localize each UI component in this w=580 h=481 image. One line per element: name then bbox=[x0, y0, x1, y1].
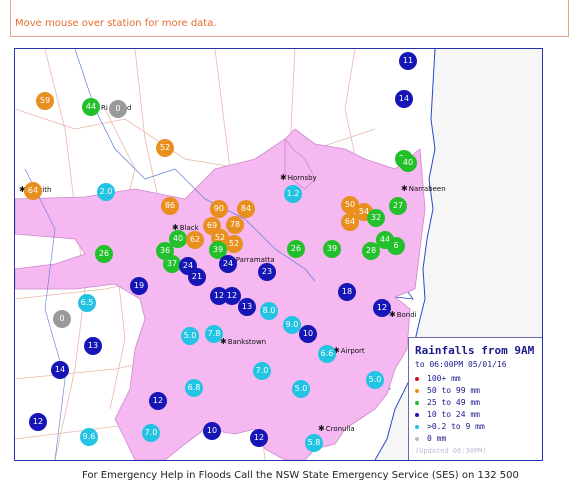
rain-station[interactable]: 84 bbox=[237, 200, 255, 218]
legend-dot bbox=[415, 388, 419, 393]
place-narrabeen: ✱Narrabeen bbox=[401, 184, 446, 193]
rain-station[interactable]: 24 bbox=[219, 255, 237, 273]
legend-title: Rainfalls from 9AM bbox=[415, 344, 535, 357]
legend-row: 25 to 49 mm bbox=[415, 398, 480, 407]
rain-station[interactable]: 78 bbox=[226, 216, 244, 234]
rain-station[interactable]: 14 bbox=[51, 361, 69, 379]
rain-station[interactable]: 19 bbox=[130, 277, 148, 295]
legend-dot bbox=[415, 424, 419, 429]
legend-dot bbox=[415, 412, 419, 417]
info-panel: Move mouse over station for more data. bbox=[10, 0, 569, 37]
rain-station[interactable]: 9.6 bbox=[80, 428, 98, 446]
rain-station[interactable]: 27 bbox=[389, 197, 407, 215]
rain-station[interactable]: 26 bbox=[287, 240, 305, 258]
rain-station[interactable]: 12 bbox=[250, 429, 268, 447]
rain-station[interactable]: 14 bbox=[395, 90, 413, 108]
map-legend: Rainfalls from 9AM to 06:00PM 05/01/16 1… bbox=[408, 337, 542, 460]
rain-station[interactable]: 5.0 bbox=[366, 371, 384, 389]
rain-station[interactable]: 10 bbox=[299, 325, 317, 343]
place-richmond: Ri bbox=[101, 104, 108, 112]
place-bondi: ✱Bondi bbox=[389, 310, 417, 319]
rain-station[interactable]: 0 bbox=[109, 100, 127, 118]
legend-dot bbox=[415, 400, 419, 405]
rain-station[interactable]: 5.0 bbox=[181, 327, 199, 345]
rain-station[interactable]: 28 bbox=[362, 242, 380, 260]
rain-station[interactable]: 13 bbox=[238, 298, 256, 316]
legend-dot bbox=[415, 376, 419, 381]
rain-station[interactable]: 8.0 bbox=[260, 302, 278, 320]
place-hornsby: ✱Hornsby bbox=[280, 173, 317, 182]
rain-station[interactable]: 6 bbox=[387, 237, 405, 255]
rain-station[interactable]: 62 bbox=[186, 231, 204, 249]
legend-row: 0 mm bbox=[415, 434, 446, 443]
rain-station[interactable]: 2.0 bbox=[97, 183, 115, 201]
rain-station[interactable]: 6.5 bbox=[78, 294, 96, 312]
legend-row: >0.2 to 9 mm bbox=[415, 422, 485, 431]
rain-station[interactable]: 12 bbox=[373, 299, 391, 317]
rain-station[interactable]: 64 bbox=[341, 213, 359, 231]
rain-station[interactable]: 5.8 bbox=[305, 434, 323, 452]
rain-station[interactable]: 52 bbox=[156, 139, 174, 157]
legend-updated: (Updated 06:30PM) bbox=[415, 447, 487, 455]
rain-station[interactable]: 21 bbox=[188, 268, 206, 286]
emergency-notice: For Emergency Help in Floods Call the NS… bbox=[82, 470, 519, 481]
legend-period: to 06:00PM 05/01/16 bbox=[415, 360, 507, 369]
rain-station[interactable]: 7.8 bbox=[205, 325, 223, 343]
rain-station[interactable]: 12 bbox=[29, 413, 47, 431]
rain-station[interactable]: 86 bbox=[161, 197, 179, 215]
rain-station[interactable]: 6.8 bbox=[185, 379, 203, 397]
rain-station[interactable]: 10 bbox=[203, 422, 221, 440]
rain-station[interactable]: 18 bbox=[338, 283, 356, 301]
rain-station[interactable]: 64 bbox=[24, 182, 42, 200]
place-cronulla: ✱Cronulla bbox=[318, 424, 355, 433]
rain-station[interactable]: 5.0 bbox=[292, 380, 310, 398]
hover-hint: Move mouse over station for more data. bbox=[15, 18, 217, 29]
rain-station[interactable]: 0 bbox=[53, 310, 71, 328]
rain-station[interactable]: 40 bbox=[399, 154, 417, 172]
rain-station[interactable]: 90 bbox=[210, 200, 228, 218]
rain-station[interactable]: 32 bbox=[367, 209, 385, 227]
rainfall-map[interactable]: ✱Penrith Ri d ✱Hornsby ✱Narrabeen ✱Black… bbox=[14, 48, 543, 461]
place-richmond-end: d bbox=[127, 104, 132, 112]
legend-dot bbox=[415, 436, 419, 441]
rain-station[interactable]: 13 bbox=[84, 337, 102, 355]
rain-station[interactable]: 7.0 bbox=[142, 424, 160, 442]
legend-row: 10 to 24 mm bbox=[415, 410, 480, 419]
legend-row: 100+ mm bbox=[415, 374, 461, 383]
legend-row: 50 to 99 mm bbox=[415, 386, 480, 395]
rain-station[interactable]: 26 bbox=[95, 245, 113, 263]
rain-station[interactable]: 11 bbox=[399, 52, 417, 70]
rain-station[interactable]: 59 bbox=[36, 92, 54, 110]
rain-station[interactable]: 6.6 bbox=[318, 345, 336, 363]
rain-station[interactable]: 39 bbox=[323, 240, 341, 258]
rain-station[interactable]: 12 bbox=[149, 392, 167, 410]
place-airport: ✱Airport bbox=[333, 346, 365, 355]
rain-station[interactable]: 7.0 bbox=[253, 362, 271, 380]
rain-station[interactable]: 44 bbox=[82, 98, 100, 116]
rain-station[interactable]: 1.2 bbox=[284, 185, 302, 203]
place-bankstown: ✱Bankstown bbox=[220, 337, 267, 346]
rain-station[interactable]: 52 bbox=[225, 235, 243, 253]
rain-station[interactable]: 23 bbox=[258, 263, 276, 281]
